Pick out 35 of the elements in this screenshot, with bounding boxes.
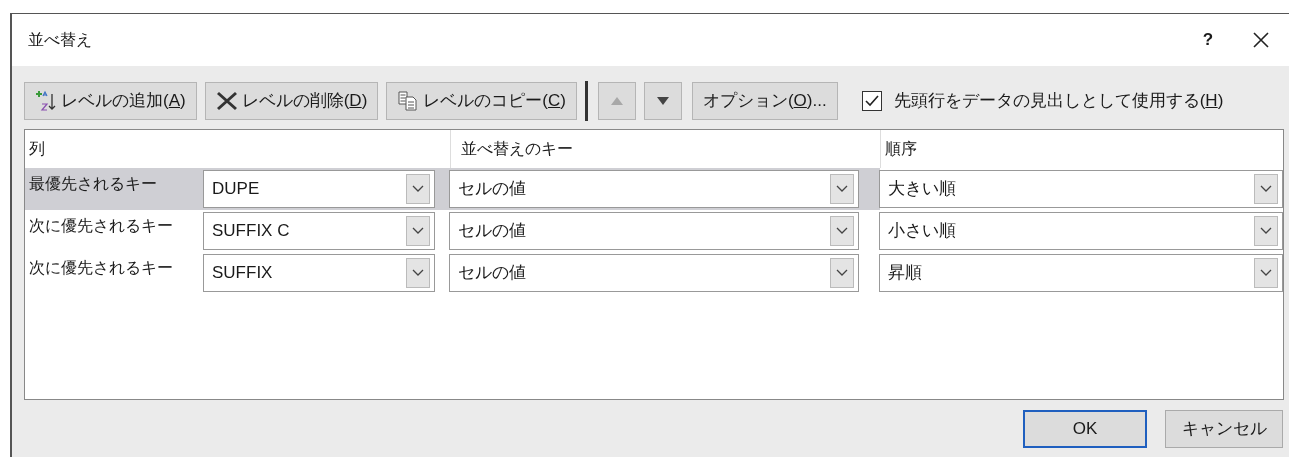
checkbox-label[interactable]: 先頭行をデータの見出しとして使用する(H)	[893, 88, 1224, 114]
sort-az-plus-icon	[35, 90, 57, 112]
column-header: 順序	[885, 139, 917, 159]
ok-button[interactable]: OK	[1023, 410, 1147, 448]
move-down-button[interactable]	[643, 82, 682, 120]
row-label: 次に優先されるキー	[29, 217, 173, 234]
cancel-button[interactable]: キャンセル	[1165, 410, 1283, 448]
toolbar-button[interactable]: レベルのコピー(C)	[386, 82, 577, 120]
toolbar-button[interactable]: レベルの追加(A)	[24, 82, 197, 120]
column-header: 並べ替えのキー	[461, 139, 573, 159]
x-icon	[215, 91, 238, 111]
down-triangle-icon	[656, 97, 669, 105]
table-row[interactable]: 最優先されるキー DUPE セルの値 大きい順	[25, 168, 1283, 210]
row-label: 次に優先されるキー	[29, 259, 173, 276]
up-triangle-icon	[610, 97, 623, 105]
column-dropdown[interactable]: SUFFIX	[203, 254, 435, 292]
order-dropdown[interactable]: 大きい順	[879, 170, 1283, 208]
window-title: 並べ替え	[28, 30, 93, 50]
row-label: 最優先されるキー	[29, 175, 157, 192]
sort-on-dropdown[interactable]: セルの値	[449, 254, 859, 292]
column-header: 列	[29, 140, 45, 157]
help-button[interactable]: ?	[1193, 27, 1223, 53]
checkbox[interactable]	[861, 91, 882, 111]
column-dropdown[interactable]: SUFFIX C	[203, 212, 435, 250]
table-row[interactable]: 次に優先されるキー SUFFIX C セルの値 小さい順	[25, 210, 1283, 252]
order-dropdown[interactable]: 昇順	[879, 254, 1283, 292]
order-dropdown[interactable]: 小さい順	[879, 212, 1283, 250]
toolbar-button[interactable]: オプション(O)...	[691, 82, 838, 120]
close-icon	[1252, 31, 1270, 49]
sort-on-dropdown[interactable]: セルの値	[449, 170, 859, 208]
column-dropdown[interactable]: DUPE	[203, 170, 435, 208]
sort-on-dropdown[interactable]: セルの値	[449, 212, 859, 250]
toolbar-button[interactable]: レベルの削除(D)	[204, 82, 379, 120]
copy-icon	[397, 91, 420, 111]
table-row[interactable]: 次に優先されるキー SUFFIX セルの値 昇順	[25, 252, 1283, 294]
